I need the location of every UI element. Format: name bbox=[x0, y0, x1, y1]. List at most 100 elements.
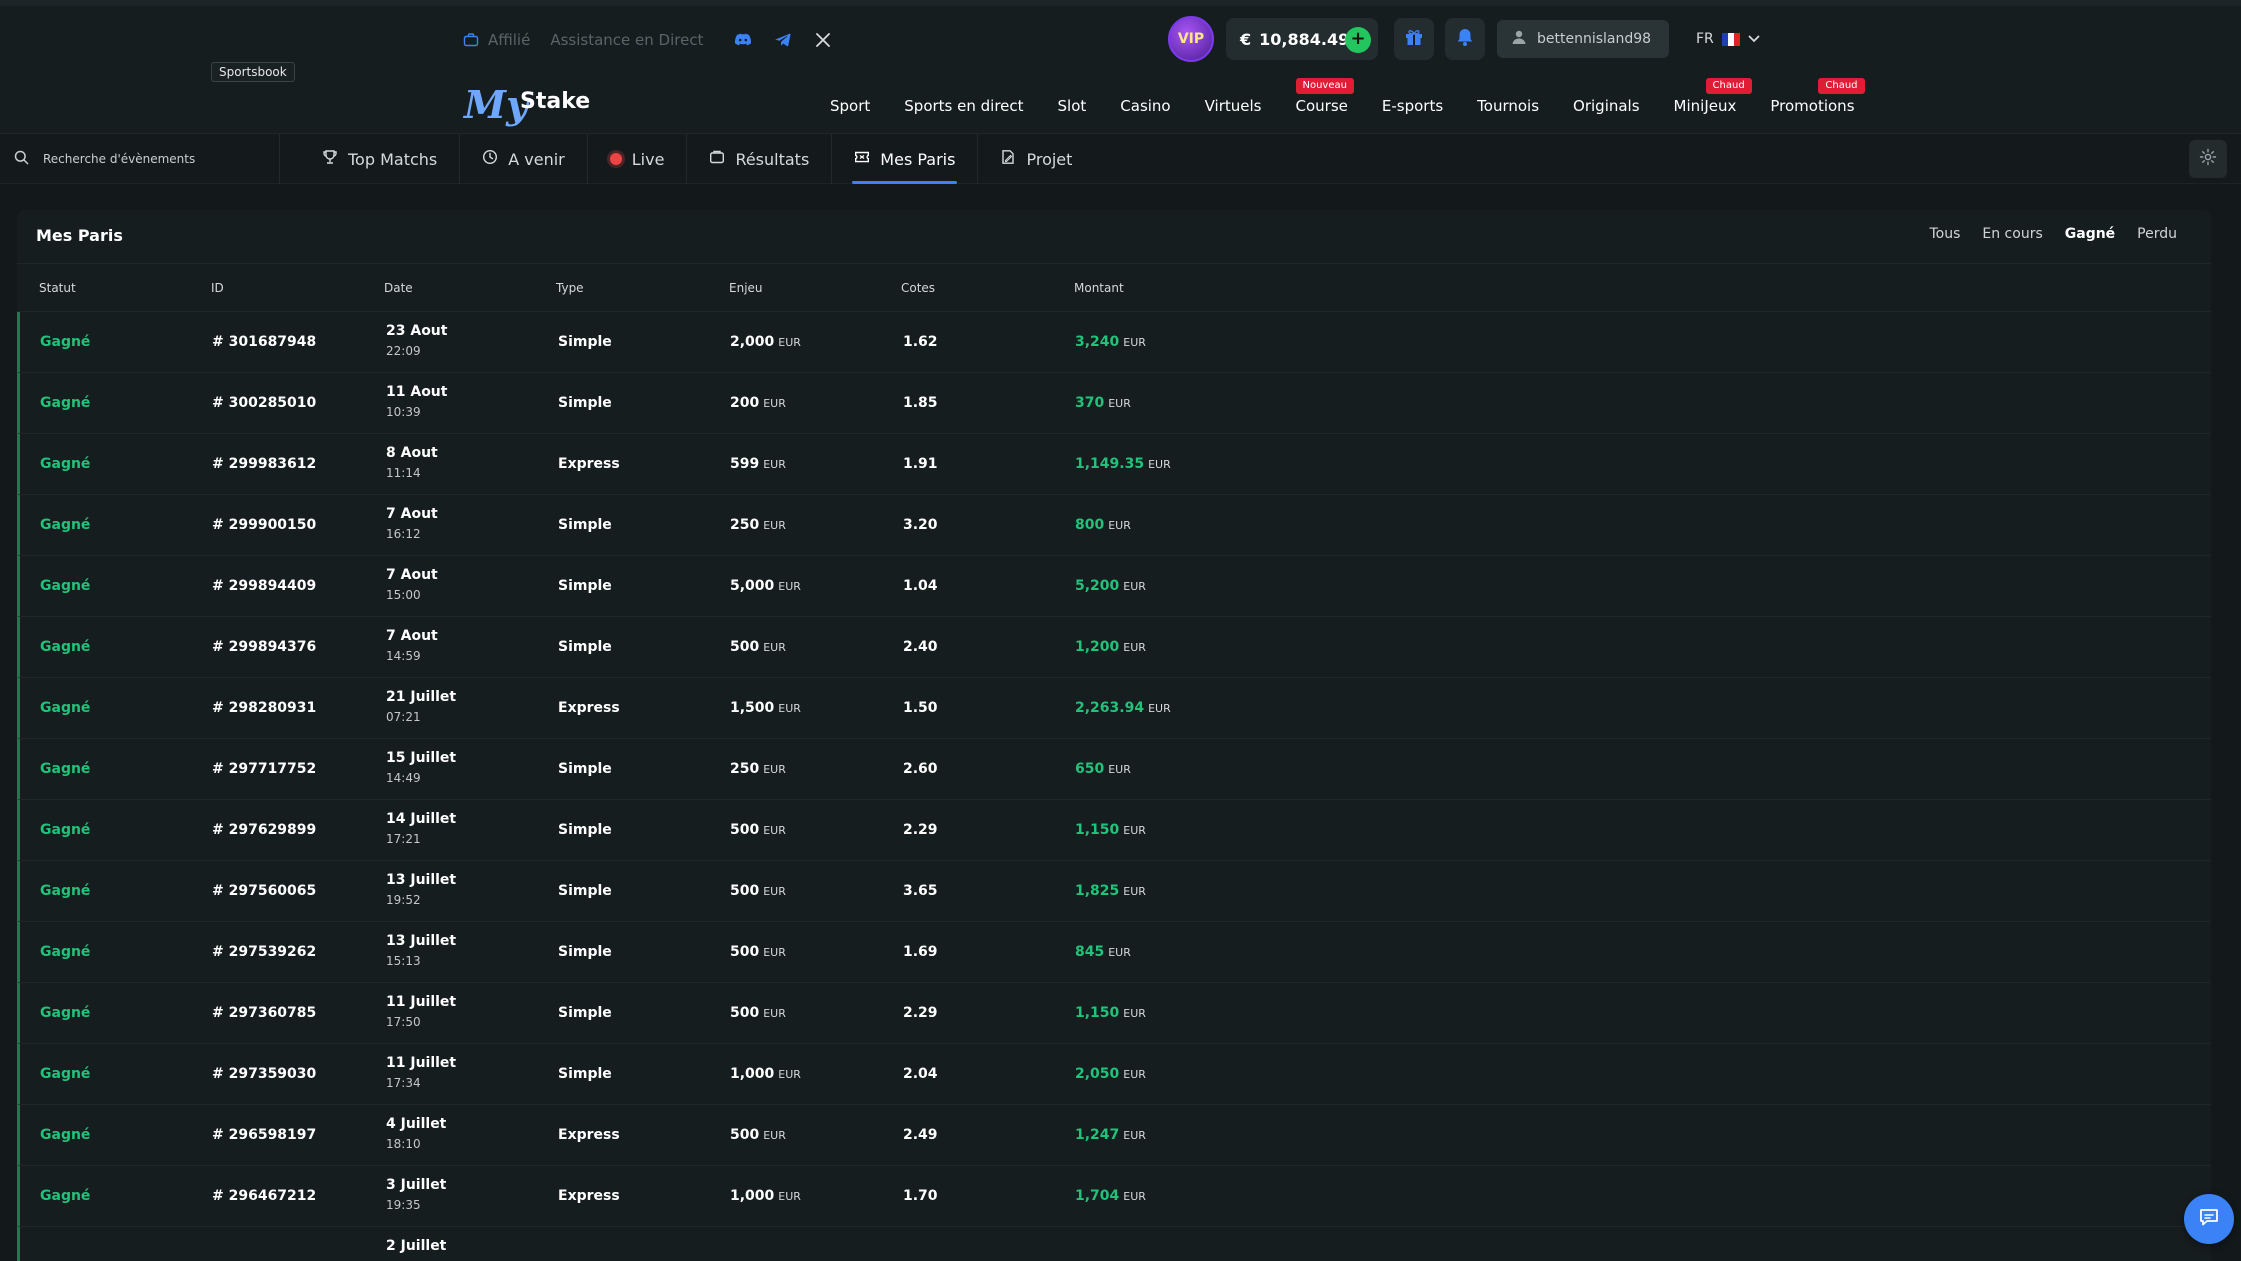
bet-time: 19:35 bbox=[386, 1198, 421, 1212]
col-stake: Enjeu bbox=[729, 281, 763, 295]
bet-time: 15:00 bbox=[386, 588, 421, 602]
tab-results[interactable]: Résultats bbox=[687, 134, 833, 184]
bet-stake: 250 EUR bbox=[730, 517, 786, 533]
tab-top-matches[interactable]: Top Matchs bbox=[300, 134, 461, 184]
nav-esports[interactable]: E-sports bbox=[1382, 97, 1443, 115]
nav-minigames[interactable]: Chaud MiniJeux bbox=[1674, 78, 1752, 115]
bet-stake: 1,000 EUR bbox=[730, 1066, 801, 1082]
table-row[interactable]: Gagné # 301687948 23 Aout 22:09 Simple 2,000 E… bbox=[17, 312, 2211, 373]
bet-payout-value: 1,200 bbox=[1075, 639, 1120, 655]
bet-date: 23 Aout bbox=[386, 323, 448, 339]
tab-live[interactable]: Live bbox=[588, 134, 688, 184]
table-row[interactable]: Gagné # 299894376 7 Aout 14:59 Simple 500 EUR 1… bbox=[17, 617, 2211, 678]
bet-type: Express bbox=[558, 1188, 620, 1204]
bet-odds: 2.04 bbox=[903, 1066, 938, 1082]
bet-odds: 1.04 bbox=[903, 578, 938, 594]
search-input[interactable] bbox=[43, 152, 263, 166]
bet-type: Express bbox=[558, 700, 620, 716]
bet-status: Gagné bbox=[40, 395, 91, 411]
filter-won[interactable]: Gagné bbox=[2065, 226, 2115, 242]
tab-my-bets[interactable]: Mes Paris bbox=[832, 134, 979, 184]
social-links bbox=[733, 30, 833, 50]
tab-project[interactable]: Projet bbox=[978, 134, 1094, 184]
bet-payout-value: 1,150 bbox=[1075, 1005, 1120, 1021]
bet-date: 14 Juillet bbox=[386, 811, 457, 827]
bet-status: Gagné bbox=[40, 700, 91, 716]
bet-status: Gagné bbox=[40, 761, 91, 777]
nav-tournaments[interactable]: Tournois bbox=[1477, 97, 1539, 115]
affiliate-link[interactable]: Affilié bbox=[462, 31, 530, 49]
table-row[interactable]: Gagné # 297717752 15 Juillet 14:49 Simple 250… bbox=[17, 739, 2211, 800]
table-row[interactable]: Gagné # 297560065 13 Juillet 19:52 Simple 500… bbox=[17, 861, 2211, 922]
bet-stake-value: 500 bbox=[730, 822, 760, 838]
notifications-button[interactable] bbox=[1445, 18, 1485, 60]
mystake-logo[interactable]: My Stake bbox=[462, 78, 602, 130]
table-row[interactable]: Gagné # 299983612 8 Aout 11:14 Express 599 EUR… bbox=[17, 434, 2211, 495]
table-row[interactable]: Gagné # 299894409 7 Aout 15:00 Simple 5,000 EU… bbox=[17, 556, 2211, 617]
nav-casino[interactable]: Casino bbox=[1120, 97, 1170, 115]
bet-stake-value: 500 bbox=[730, 639, 760, 655]
currency-label: EUR bbox=[763, 946, 786, 959]
bet-date: 11 Juillet bbox=[386, 1055, 457, 1071]
bet-id: # 299894409 bbox=[212, 578, 317, 594]
col-odds: Cotes bbox=[901, 281, 936, 295]
filter-pending[interactable]: En cours bbox=[1982, 226, 2042, 242]
bet-id: # 296598197 bbox=[212, 1127, 317, 1143]
nav-live-sports[interactable]: Sports en direct bbox=[904, 97, 1023, 115]
nav-promotions[interactable]: Chaud Promotions bbox=[1770, 78, 1865, 115]
currency-label: EUR bbox=[763, 519, 786, 532]
bet-payout-value: 845 bbox=[1075, 944, 1105, 960]
filter-lost[interactable]: Perdu bbox=[2137, 226, 2177, 242]
discord-icon[interactable] bbox=[733, 30, 753, 50]
bet-payout-value: 1,149.35 bbox=[1075, 456, 1145, 472]
table-row[interactable]: Gagné # 299900150 7 Aout 16:12 Simple 250 EUR 8… bbox=[17, 495, 2211, 556]
telegram-icon[interactable] bbox=[773, 30, 793, 50]
bet-payout-value: 2,263.94 bbox=[1075, 700, 1145, 716]
username: bettennisland98 bbox=[1537, 31, 1652, 47]
nav-virtuals[interactable]: Virtuels bbox=[1205, 97, 1262, 115]
table-row[interactable]: Gagné # 298280931 21 Juillet 07:21 Express 1,… bbox=[17, 678, 2211, 739]
table-row[interactable]: 2 Juillet bbox=[17, 1227, 2211, 1261]
new-badge: Nouveau bbox=[1295, 78, 1354, 94]
currency-label: EUR bbox=[1123, 885, 1146, 898]
table-row[interactable]: Gagné # 297629899 14 Juillet 17:21 Simple 500… bbox=[17, 800, 2211, 861]
bet-type: Express bbox=[558, 456, 620, 472]
live-chat-button[interactable] bbox=[2184, 1194, 2234, 1244]
bet-payout: 650 EUR bbox=[1075, 761, 1131, 777]
header-top-strip bbox=[0, 0, 2241, 6]
user-account-button[interactable]: bettennisland98 bbox=[1497, 20, 1669, 58]
vip-badge[interactable]: VIP bbox=[1168, 16, 1214, 62]
ticket-icon bbox=[854, 149, 870, 169]
table-row[interactable]: Gagné # 296467212 3 Juillet 19:35 Express 1,0… bbox=[17, 1166, 2211, 1227]
table-row[interactable]: Gagné # 297360785 11 Juillet 17:50 Simple 500… bbox=[17, 983, 2211, 1044]
tab-upcoming[interactable]: A venir bbox=[460, 134, 588, 184]
table-row[interactable]: Gagné # 296598197 4 Juillet 18:10 Express 500… bbox=[17, 1105, 2211, 1166]
balance-currency: € bbox=[1240, 29, 1252, 49]
gift-button[interactable] bbox=[1394, 18, 1434, 60]
bet-payout: 800 EUR bbox=[1075, 517, 1131, 533]
chevron-down-icon bbox=[1748, 31, 1760, 47]
nav-sport[interactable]: Sport bbox=[830, 97, 870, 115]
deposit-plus-button[interactable]: + bbox=[1345, 27, 1371, 53]
settings-button[interactable] bbox=[2189, 140, 2227, 178]
table-row[interactable]: Gagné # 300285010 11 Aout 10:39 Simple 200 EUR… bbox=[17, 373, 2211, 434]
nav-course[interactable]: Nouveau Course bbox=[1295, 78, 1354, 115]
x-icon[interactable] bbox=[813, 30, 833, 50]
bet-id: # 300285010 bbox=[212, 395, 317, 411]
bet-date: 4 Juillet bbox=[386, 1116, 447, 1132]
live-support-link[interactable]: Assistance en Direct bbox=[550, 31, 703, 49]
bet-odds: 3.20 bbox=[903, 517, 938, 533]
bet-stake: 500 EUR bbox=[730, 944, 786, 960]
nav-slot[interactable]: Slot bbox=[1058, 97, 1087, 115]
bet-type: Express bbox=[558, 1127, 620, 1143]
bet-stake: 500 EUR bbox=[730, 822, 786, 838]
currency-label: EUR bbox=[1108, 397, 1131, 410]
table-row[interactable]: Gagné # 297539262 13 Juillet 15:13 Simple 500… bbox=[17, 922, 2211, 983]
svg-text:Stake: Stake bbox=[520, 89, 590, 114]
nav-originals[interactable]: Originals bbox=[1573, 97, 1640, 115]
language-selector[interactable]: FR bbox=[1696, 26, 1760, 52]
bet-date: 7 Aout bbox=[386, 567, 438, 583]
table-row[interactable]: Gagné # 297359030 11 Juillet 17:34 Simple 1,0… bbox=[17, 1044, 2211, 1105]
filter-all[interactable]: Tous bbox=[1929, 226, 1960, 242]
bet-odds: 2.40 bbox=[903, 639, 938, 655]
